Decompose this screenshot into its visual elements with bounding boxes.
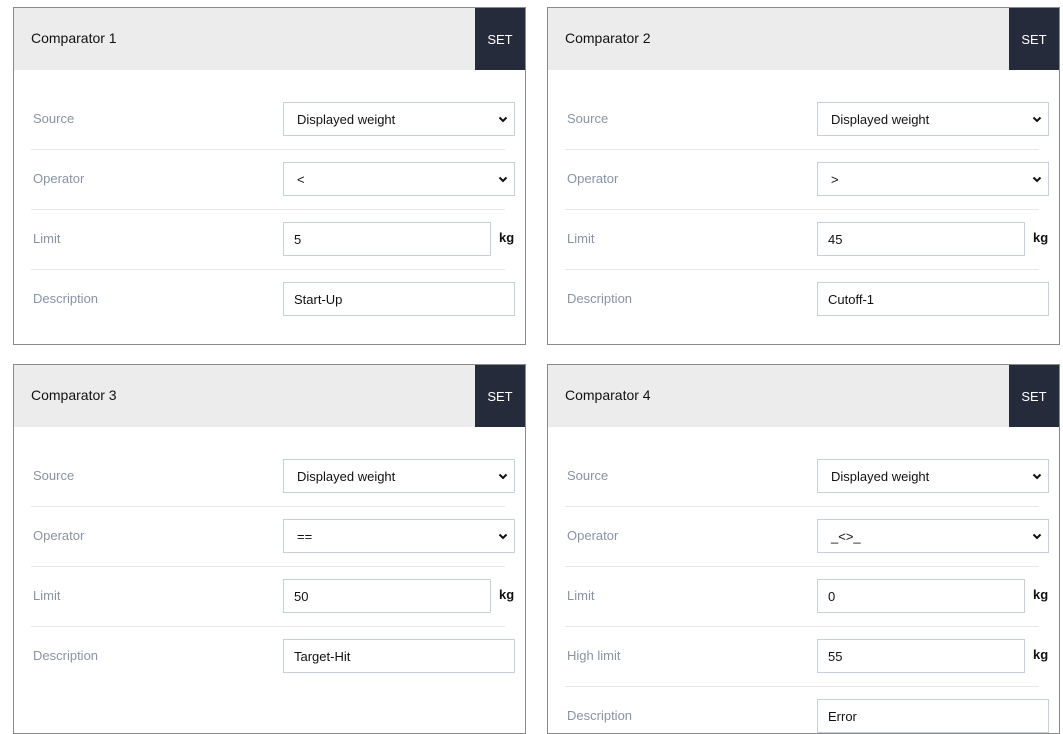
operator-label: Operator xyxy=(33,528,85,543)
operator-label: Operator xyxy=(567,528,619,543)
limit-input[interactable]: 45 xyxy=(817,222,1025,256)
source-row: Source Displayed weight xyxy=(565,90,1049,150)
limit-label: Limit xyxy=(33,231,61,246)
description-input[interactable]: Cutoff-1 xyxy=(817,282,1049,316)
high-limit-input[interactable]: 55 xyxy=(817,639,1025,673)
limit-value: 0 xyxy=(828,589,836,604)
card-title: Comparator 2 xyxy=(565,30,651,46)
description-row: Description Cutoff-1 xyxy=(565,270,1049,329)
chevron-down-icon xyxy=(1032,533,1042,540)
source-row: Source Displayed weight xyxy=(31,447,515,507)
set-button[interactable]: SET xyxy=(475,365,525,427)
chevron-down-icon xyxy=(498,176,508,183)
card-header: Comparator 2 SET xyxy=(548,8,1059,70)
operator-row: Operator == xyxy=(31,507,515,567)
card-header: Comparator 1 SET xyxy=(14,8,525,70)
limit-input[interactable]: 50 xyxy=(283,579,491,613)
operator-label: Operator xyxy=(567,171,619,186)
description-row: Description Target-Hit xyxy=(31,627,515,686)
limit-row: Limit 0 kg xyxy=(565,567,1048,627)
operator-value: == xyxy=(297,529,313,544)
limit-value: 5 xyxy=(294,232,302,247)
operator-select[interactable]: > xyxy=(817,162,1049,196)
set-button[interactable]: SET xyxy=(1009,365,1059,427)
chevron-down-icon xyxy=(1032,116,1042,123)
card-title: Comparator 3 xyxy=(31,387,117,403)
limit-unit: kg xyxy=(1033,230,1049,245)
source-row: Source Displayed weight xyxy=(31,90,515,150)
limit-row: Limit 45 kg xyxy=(565,210,1048,270)
limit-unit: kg xyxy=(1033,587,1049,602)
card-header: Comparator 3 SET xyxy=(14,365,525,427)
card-title: Comparator 1 xyxy=(31,30,117,46)
comparator-4-card: Comparator 4 SET Source Displayed weight… xyxy=(547,364,1060,734)
operator-row: Operator < xyxy=(31,150,515,210)
comparator-1-card: Comparator 1 SET Source Displayed weight… xyxy=(13,7,526,345)
description-label: Description xyxy=(33,291,99,306)
description-label: Description xyxy=(33,648,99,663)
high-limit-label: High limit xyxy=(567,648,621,663)
chevron-down-icon xyxy=(498,116,508,123)
limit-row: Limit 50 kg xyxy=(31,567,514,627)
source-select[interactable]: Displayed weight xyxy=(817,459,1049,493)
source-label: Source xyxy=(33,111,75,126)
description-value: Target-Hit xyxy=(294,649,351,664)
chevron-down-icon xyxy=(498,473,508,480)
operator-row: Operator _<>_ xyxy=(565,507,1049,567)
operator-select[interactable]: == xyxy=(283,519,515,553)
card-title: Comparator 4 xyxy=(565,387,651,403)
operator-row: Operator > xyxy=(565,150,1049,210)
set-button[interactable]: SET xyxy=(475,8,525,70)
description-input[interactable]: Target-Hit xyxy=(283,639,515,673)
operator-value: > xyxy=(831,172,839,187)
source-value: Displayed weight xyxy=(831,469,930,484)
source-select[interactable]: Displayed weight xyxy=(817,102,1049,136)
limit-label: Limit xyxy=(33,588,61,603)
comparator-2-card: Comparator 2 SET Source Displayed weight… xyxy=(547,7,1060,345)
source-label: Source xyxy=(33,468,75,483)
limit-row: Limit 5 kg xyxy=(31,210,514,270)
high-limit-unit: kg xyxy=(1033,647,1049,662)
chevron-down-icon xyxy=(1032,176,1042,183)
limit-unit: kg xyxy=(499,230,515,245)
description-label: Description xyxy=(567,291,633,306)
description-row: Description Error xyxy=(565,687,1049,733)
limit-label: Limit xyxy=(567,231,595,246)
card-header: Comparator 4 SET xyxy=(548,365,1059,427)
operator-value: < xyxy=(297,172,305,187)
comparator-3-card: Comparator 3 SET Source Displayed weight… xyxy=(13,364,526,734)
set-button[interactable]: SET xyxy=(1009,8,1059,70)
limit-value: 45 xyxy=(828,232,843,247)
limit-value: 50 xyxy=(294,589,309,604)
limit-unit: kg xyxy=(499,587,515,602)
description-value: Cutoff-1 xyxy=(828,292,875,307)
high-limit-row: High limit 55 kg xyxy=(565,627,1048,687)
source-select[interactable]: Displayed weight xyxy=(283,102,515,136)
source-label: Source xyxy=(567,111,609,126)
operator-select[interactable]: _<>_ xyxy=(817,519,1049,553)
description-label: Description xyxy=(567,708,633,723)
limit-input[interactable]: 0 xyxy=(817,579,1025,613)
description-row: Description Start-Up xyxy=(31,270,515,329)
source-value: Displayed weight xyxy=(831,112,930,127)
limit-label: Limit xyxy=(567,588,595,603)
source-select[interactable]: Displayed weight xyxy=(283,459,515,493)
source-value: Displayed weight xyxy=(297,469,396,484)
source-row: Source Displayed weight xyxy=(565,447,1049,507)
description-value: Error xyxy=(828,709,857,724)
operator-label: Operator xyxy=(33,171,85,186)
chevron-down-icon xyxy=(1032,473,1042,480)
description-value: Start-Up xyxy=(294,292,343,307)
limit-input[interactable]: 5 xyxy=(283,222,491,256)
description-input[interactable]: Start-Up xyxy=(283,282,515,316)
operator-select[interactable]: < xyxy=(283,162,515,196)
operator-value: _<>_ xyxy=(831,529,861,544)
source-value: Displayed weight xyxy=(297,112,396,127)
chevron-down-icon xyxy=(498,533,508,540)
high-limit-value: 55 xyxy=(828,649,843,664)
description-input[interactable]: Error xyxy=(817,699,1049,733)
source-label: Source xyxy=(567,468,609,483)
